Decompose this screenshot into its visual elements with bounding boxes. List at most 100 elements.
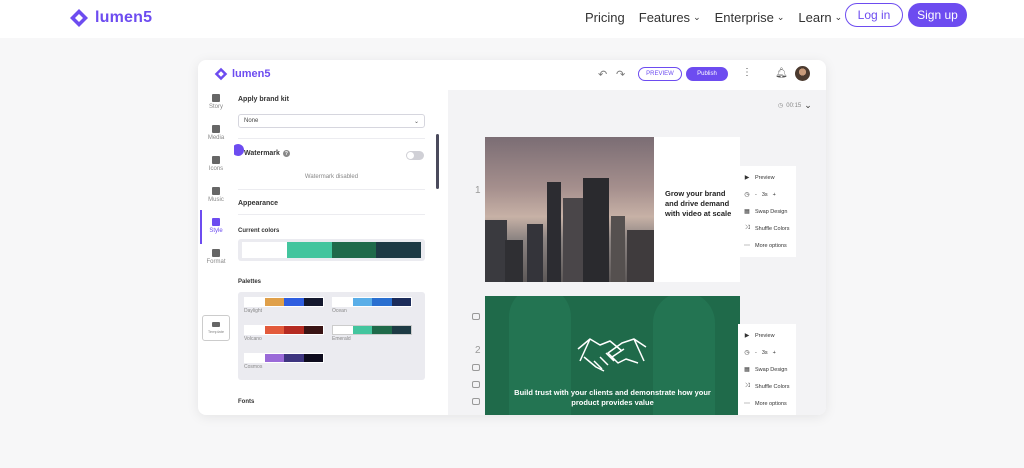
shuffle-colors-button[interactable]: ⤨ Shuffle Colors [738,220,796,237]
trash-icon[interactable] [472,381,480,388]
palette-swatches [244,297,324,307]
palette-daylight[interactable]: Daylight [244,297,324,314]
swap-design-button[interactable]: ▦ Swap Design [738,203,796,220]
menu-label: Swap Design [755,208,788,215]
scene-preview-button[interactable]: ▶ Preview [738,327,796,344]
building [505,240,523,282]
palette-name: Volcano [244,336,262,342]
brand-kit-select[interactable]: None ⌄ [238,114,425,128]
scene-number: 1 [475,185,481,196]
scene-card[interactable]: Build trust with your clients and demons… [485,296,740,415]
nav-enterprise[interactable]: Enterprise ⌄ [715,10,785,25]
color-swatch[interactable] [331,242,377,258]
sidebar-item-media[interactable]: Media [202,125,230,141]
sidebar-item-style[interactable]: Style [202,218,230,234]
more-vertical-icon[interactable]: ⋮ [742,67,752,78]
palette-swatch [372,298,392,306]
swatch-row [242,242,421,258]
play-icon: ▶ [744,175,750,181]
menu-label: 3s [761,191,768,198]
scene-headline[interactable]: Build trust with your clients and demons… [505,388,720,408]
palette-swatch [284,354,304,362]
color-swatch[interactable] [376,242,421,258]
scene-duration-control[interactable]: ◷ -3s + [738,344,796,361]
add-scene-icon[interactable] [472,313,480,320]
sidebar-item-label: Style [209,228,223,234]
sidebar-item-icons[interactable]: Icons [202,156,230,172]
minus-icon[interactable]: - [755,192,757,198]
panel-scrollbar[interactable] [436,134,439,189]
palette-swatch [372,326,392,334]
duplicate-icon[interactable] [472,364,480,371]
color-swatch[interactable] [242,242,287,258]
notification-bell-icon[interactable]: 🔔︎ [775,68,788,79]
scene-canvas: ◷ 00:15 ⌄ 1 Grow your brand and drive de… [448,90,826,415]
palette-swatches [332,325,412,335]
city-skyline-image [485,137,654,282]
style-palette-icon [212,218,220,226]
sidebar-item-format[interactable]: Format [202,249,230,265]
nav-pricing[interactable]: Pricing [585,10,625,25]
more-horizontal-icon: ⋯ [744,401,750,407]
palette-cosmos[interactable]: Cosmos [244,353,324,370]
redo-icon[interactable]: ↷ [616,68,625,81]
nav-features[interactable]: Features ⌄ [639,10,701,25]
swap-design-button[interactable]: ▦ Swap Design [738,361,796,378]
style-panel: Apply brand kit None ⌄ Watermark ? Water… [234,90,444,415]
chevron-down-icon: ⌄ [776,12,785,22]
eye-icon[interactable] [472,398,480,405]
scene-duration-control[interactable]: ◷ -3s + [738,186,796,203]
sidebar-item-music[interactable]: Music [202,187,230,203]
plus-icon[interactable]: + [773,192,776,198]
menu-label: Preview [755,174,775,181]
palette-swatch [303,298,323,306]
sidebar-item-template[interactable]: Template [202,315,230,341]
undo-icon[interactable]: ↶ [598,68,607,81]
palette-ocean[interactable]: Ocean [332,297,412,314]
scene-card[interactable]: Grow your brand and drive demand with vi… [485,137,740,282]
chevron-down-icon: ⌄ [804,100,812,110]
appearance-heading: Appearance [238,200,279,207]
preview-button[interactable]: PREVIEW [638,67,682,81]
palette-emerald[interactable]: Emerald [332,325,412,342]
info-icon[interactable]: ? [282,150,290,157]
sidebar-item-story[interactable]: Story [202,94,230,110]
signup-button[interactable]: Sign up [908,3,967,27]
play-icon: ▶ [744,333,750,339]
chevron-down-icon: ⌄ [413,118,419,125]
watermark-text: Watermark [244,150,280,157]
editor-sidebar: Story Media Icons Music Style Format Tem… [198,90,232,415]
cursor-indicator [234,144,244,156]
scene-preview-button[interactable]: ▶ Preview [738,169,796,186]
minus-icon[interactable]: - [755,350,757,356]
watermark-toggle[interactable] [406,151,424,160]
duration-display[interactable]: ◷ 00:15 ⌄ [778,100,812,111]
building [485,220,507,282]
building [583,178,609,282]
publish-button[interactable]: Publish [686,67,728,81]
more-options-button[interactable]: ⋯ More options [738,237,796,254]
palette-swatch [303,354,323,362]
site-logo[interactable]: lumen5 [69,8,152,28]
nav-learn-label: Learn [798,10,832,25]
building [563,198,583,282]
sidebar-item-label: Format [206,259,226,265]
scene-headline[interactable]: Grow your brand and drive demand with vi… [665,189,735,219]
current-colors-swatches[interactable] [238,239,425,261]
more-options-button[interactable]: ⋯ More options [738,395,796,412]
divider [238,138,425,139]
shuffle-icon: ⤨ [744,383,750,389]
palette-volcano[interactable]: Volcano [244,325,324,342]
plus-icon[interactable]: + [773,350,776,356]
avatar[interactable] [795,66,810,81]
lumen5-logo-icon [70,9,88,27]
fonts-label: Fonts [238,399,255,405]
menu-label: More options [755,400,787,407]
login-button[interactable]: Log in [845,3,903,27]
shuffle-colors-button[interactable]: ⤨ Shuffle Colors [738,378,796,395]
timer-icon: ◷ [744,350,750,356]
nav-learn[interactable]: Learn ⌄ [798,10,842,25]
editor-logo[interactable]: lumen5 [214,67,271,81]
color-swatch[interactable] [286,242,332,258]
